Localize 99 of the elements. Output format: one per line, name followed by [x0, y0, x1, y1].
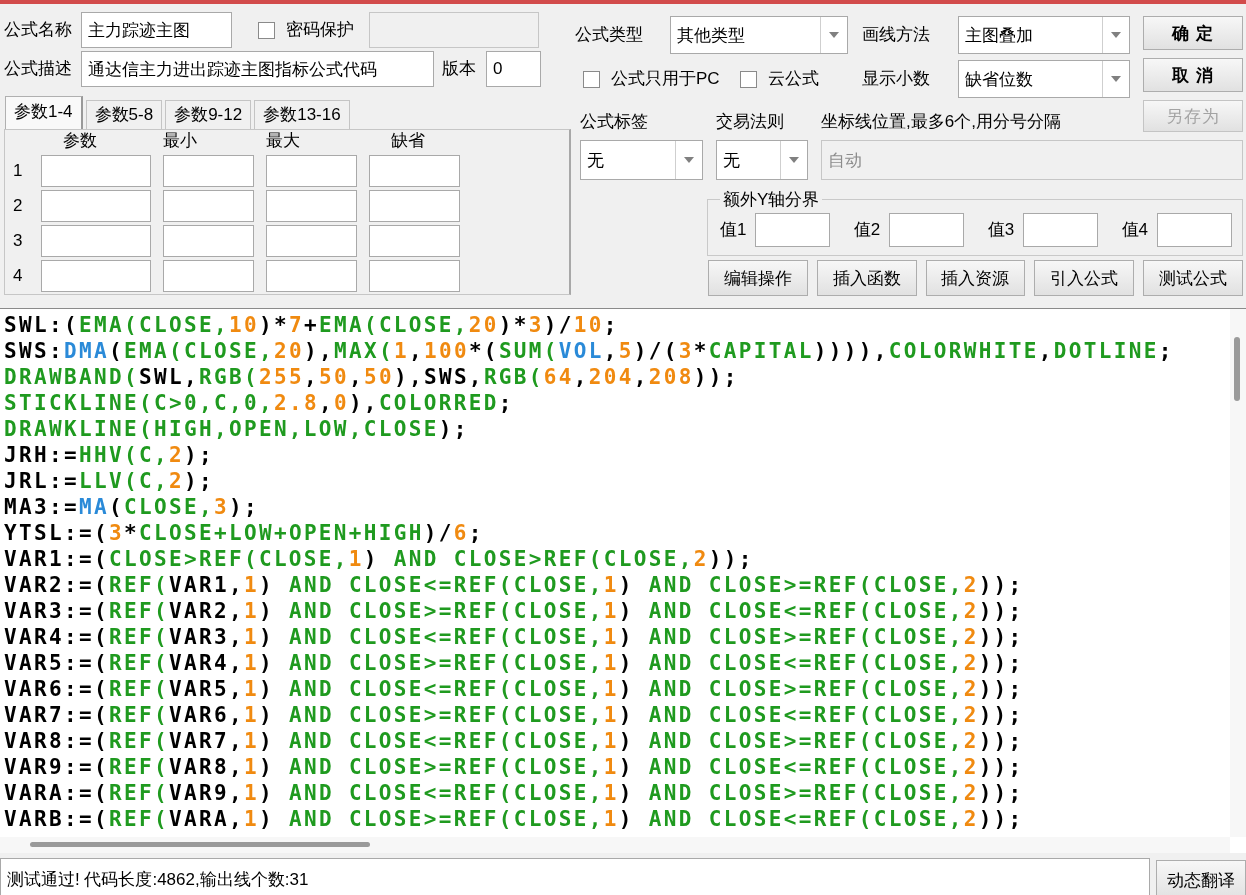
column-header: 最大 — [266, 131, 300, 151]
code-line: YTSL:=(3*CLOSE+LOW+OPEN+HIGH)/6; — [4, 520, 485, 546]
tab[interactable]: 参数5-8 — [85, 100, 163, 129]
button[interactable]: 确 定 — [1143, 16, 1243, 50]
checkbox[interactable] — [583, 70, 600, 88]
input-field[interactable] — [266, 225, 357, 257]
field-label: 画线方法 — [862, 25, 930, 45]
field-label: 公式名称 — [4, 20, 72, 40]
field-label: 交易法则 — [716, 112, 785, 132]
code-line: SWL:(EMA(CLOSE,10)*7+EMA(CLOSE,20)*3)/10; — [4, 312, 620, 338]
checkbox-label: 公式只用于PC — [611, 69, 720, 89]
dropdown-field[interactable]: 主图叠加 — [958, 16, 1130, 54]
code-line: SWS:DMA(EMA(CLOSE,20),MAX(1,100*(SUM(VOL,5)/(3*CAPITAL)))),COLORWHITE,DOTLINE; — [4, 338, 1175, 364]
tab[interactable]: 参数9-12 — [165, 100, 252, 129]
field-label: 公式描述 — [4, 59, 72, 79]
dropdown-field[interactable]: 无 — [716, 140, 808, 180]
button[interactable]: 编辑操作 — [708, 260, 808, 296]
password-field[interactable] — [369, 12, 539, 48]
status-message: 测试通过! 代码长度:4862,输出线个数:31 — [0, 858, 1150, 895]
input-field[interactable] — [1023, 213, 1099, 247]
input-field[interactable] — [369, 260, 460, 292]
tab[interactable]: 参数13-16 — [254, 100, 350, 129]
dropdown-field[interactable]: 无 — [580, 140, 703, 180]
checkbox[interactable] — [258, 21, 275, 39]
caret-icon — [1111, 32, 1121, 38]
input-field[interactable]: 通达信主力进出踪迹主图指标公式代码 — [81, 51, 434, 87]
tab[interactable]: 参数1-4 — [5, 96, 83, 129]
code-line: VAR5:=(REF(VAR4,1) AND CLOSE>=REF(CLOSE,1) AND CLOSE<=REF(CLOSE,2)); — [4, 650, 1025, 676]
code-line: JRH:=HHV(C,2); — [4, 442, 215, 468]
field-label: 坐标线位置,最多6个,用分号分隔 — [821, 112, 1062, 132]
column-header: 参数 — [62, 131, 97, 151]
code-line: JRL:=LLV(C,2); — [4, 468, 215, 494]
row-number: 4 — [13, 266, 24, 286]
dropdown-field[interactable]: 缺省位数 — [958, 60, 1130, 98]
caret-icon — [1111, 76, 1121, 82]
button[interactable]: 动态翻译 — [1156, 860, 1246, 895]
row-number: 3 — [13, 231, 24, 251]
code-line: VAR3:=(REF(VAR2,1) AND CLOSE>=REF(CLOSE,1) AND CLOSE<=REF(CLOSE,2)); — [4, 598, 1025, 624]
field-label: 版本 — [442, 59, 476, 79]
input-field[interactable] — [41, 155, 151, 187]
checkbox-label: 云公式 — [767, 69, 819, 89]
caret-icon — [789, 157, 799, 163]
horizontal-scrollbar[interactable] — [0, 837, 1230, 853]
field-label: 值3 — [987, 220, 1015, 240]
input-field[interactable] — [266, 155, 357, 187]
code-line: VAR1:=(CLOSE>REF(CLOSE,1) AND CLOSE>REF(CLOSE,2)); — [4, 546, 755, 572]
dropdown-field[interactable]: 其他类型 — [670, 16, 848, 54]
button[interactable]: 引入公式 — [1034, 260, 1135, 296]
input-field[interactable] — [41, 260, 151, 292]
code-line: VAR6:=(REF(VAR5,1) AND CLOSE<=REF(CLOSE,1) AND CLOSE>=REF(CLOSE,2)); — [4, 676, 1025, 702]
input-field[interactable] — [163, 155, 254, 187]
field-label: 值2 — [853, 220, 881, 240]
input-field[interactable] — [41, 190, 151, 222]
code-line: MA3:=MA(CLOSE,3); — [4, 494, 260, 520]
code-line: VAR2:=(REF(VAR1,1) AND CLOSE<=REF(CLOSE,1) AND CLOSE>=REF(CLOSE,2)); — [4, 572, 1025, 598]
input-field[interactable] — [369, 190, 460, 222]
input-field[interactable] — [41, 225, 151, 257]
row-number: 1 — [13, 161, 24, 181]
input-field[interactable] — [369, 155, 460, 187]
code-line: VARA:=(REF(VAR9,1) AND CLOSE<=REF(CLOSE,1) AND CLOSE>=REF(CLOSE,2)); — [4, 780, 1025, 806]
input-field[interactable] — [266, 190, 357, 222]
code-line: VAR4:=(REF(VAR3,1) AND CLOSE<=REF(CLOSE,1) AND CLOSE>=REF(CLOSE,2)); — [4, 624, 1025, 650]
field-label: 值4 — [1121, 220, 1148, 240]
code-line: DRAWBAND(SWL,RGB(255,50,50),SWS,RGB(64,204,208)); — [4, 364, 740, 390]
input-field[interactable] — [163, 260, 254, 292]
input-field[interactable] — [1157, 213, 1232, 247]
checkbox-label: 密码保护 — [286, 20, 354, 40]
field-label: 公式类型 — [575, 25, 643, 45]
code-line: STICKLINE(C>0,C,0,2.8,0),COLORRED; — [4, 390, 515, 416]
field-label: 值1 — [720, 220, 747, 240]
input-field[interactable]: 主力踪迹主图 — [81, 12, 232, 48]
input-field[interactable] — [163, 225, 254, 257]
input-field[interactable] — [163, 190, 254, 222]
button[interactable]: 取 消 — [1143, 58, 1243, 92]
row-number: 2 — [13, 196, 24, 216]
scrollbar-thumb[interactable] — [30, 842, 370, 847]
group-title: 额外Y轴分界 — [722, 189, 821, 211]
input-field[interactable] — [755, 213, 831, 247]
code-line: VAR7:=(REF(VAR6,1) AND CLOSE>=REF(CLOSE,1) AND CLOSE<=REF(CLOSE,2)); — [4, 702, 1025, 728]
button[interactable]: 测试公式 — [1143, 260, 1243, 296]
button[interactable]: 插入资源 — [925, 260, 1026, 296]
caret-icon — [684, 157, 694, 163]
field-label: 显示小数 — [862, 69, 930, 89]
code-line: VARB:=(REF(VARA,1) AND CLOSE>=REF(CLOSE,1) AND CLOSE<=REF(CLOSE,2)); — [4, 806, 1025, 832]
vertical-scrollbar[interactable] — [1230, 309, 1246, 837]
code-line: VAR9:=(REF(VAR8,1) AND CLOSE>=REF(CLOSE,1) AND CLOSE<=REF(CLOSE,2)); — [4, 754, 1025, 780]
checkbox[interactable] — [739, 70, 757, 88]
input-field[interactable] — [369, 225, 460, 257]
input-field[interactable] — [889, 213, 965, 247]
code-line: VAR8:=(REF(VAR7,1) AND CLOSE<=REF(CLOSE,1) AND CLOSE>=REF(CLOSE,2)); — [4, 728, 1025, 754]
button[interactable]: 插入函数 — [816, 260, 917, 296]
input-field[interactable]: 0 — [486, 51, 541, 87]
input-field[interactable] — [266, 260, 357, 292]
code-line: DRAWKLINE(HIGH,OPEN,LOW,CLOSE); — [4, 416, 470, 442]
field-label: 公式标签 — [580, 112, 649, 132]
column-header: 缺省 — [390, 131, 425, 151]
scrollbar-thumb[interactable] — [1234, 337, 1240, 401]
caret-icon — [829, 32, 839, 38]
column-header: 最小 — [163, 131, 197, 151]
